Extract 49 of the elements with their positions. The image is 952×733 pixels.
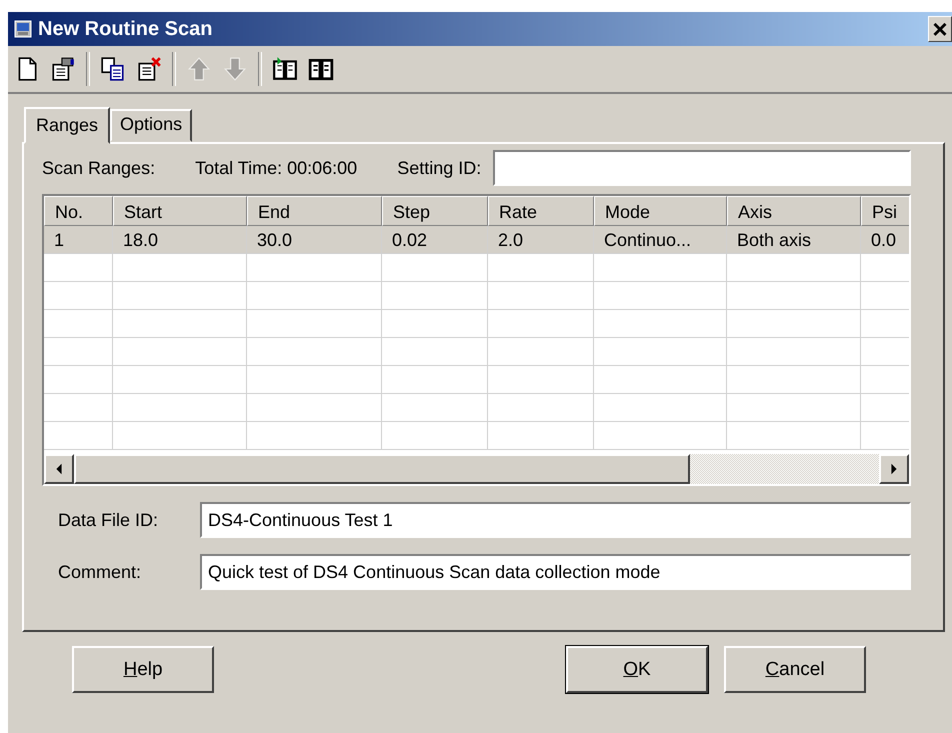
close-button[interactable]: × (928, 16, 952, 42)
table-cell: 18.0 (113, 226, 247, 254)
horizontal-scrollbar[interactable] (44, 454, 909, 484)
window-title: New Routine Scan (38, 18, 214, 40)
table-cell: 30.0 (247, 226, 382, 254)
book-icon[interactable] (272, 56, 298, 82)
copy-icon[interactable] (100, 56, 126, 82)
tab[interactable]: Ranges (24, 107, 110, 144)
book-icon[interactable] (308, 56, 334, 82)
table-cell: 2.0 (488, 226, 594, 254)
help-button[interactable]: Help (72, 646, 214, 693)
scrollbar-thumb[interactable] (74, 454, 690, 484)
data-file-id-field[interactable]: DS4-Continuous Test 1 (200, 502, 911, 538)
column-header[interactable]: Mode (594, 196, 727, 226)
total-time-text: Total Time: 00:06:00 (195, 158, 358, 178)
scroll-right-icon[interactable] (879, 454, 909, 484)
comment-field[interactable]: Quick test of DS4 Continuous Scan data collection mode (200, 554, 911, 590)
dialog-button[interactable]: OK (566, 646, 708, 693)
table-cell (44, 310, 113, 338)
column-header[interactable]: Step (382, 196, 488, 226)
table-cell: 0.02 (382, 226, 488, 254)
scroll-left-icon[interactable] (44, 454, 74, 484)
dialog-button[interactable]: Cancel (724, 646, 866, 693)
column-header[interactable]: Psi (861, 196, 909, 226)
table-cell: 1 (44, 226, 113, 254)
setting-id-label: Setting ID: (397, 158, 482, 178)
column-header[interactable]: Axis (727, 196, 861, 226)
table-cell (44, 254, 113, 282)
data-file-id-label: Data File ID: (57, 510, 160, 530)
column-header[interactable]: No. (44, 196, 113, 226)
table-cell: Both axis (727, 226, 861, 254)
app-icon (14, 20, 32, 38)
column-header[interactable]: Rate (488, 196, 594, 226)
table-cell: Continuo... (594, 226, 727, 254)
table-cell (44, 338, 113, 366)
scan-ranges-label: Scan Ranges: (42, 158, 156, 178)
table-cell (44, 394, 113, 422)
setting-id-field[interactable] (493, 150, 911, 186)
column-header[interactable]: End (247, 196, 382, 226)
comment-label: Comment: (57, 562, 142, 582)
table-cell (44, 422, 113, 450)
delete-icon[interactable] (136, 56, 162, 82)
table-cell (44, 282, 113, 310)
table-cell (44, 366, 113, 394)
column-header[interactable]: Start (113, 196, 247, 226)
table-row[interactable]: 1 18.0 30.0 0.02 2.0 Continuo... Both axis 0.0 (44, 226, 909, 254)
tab[interactable]: Options (110, 109, 192, 142)
table-cell: 0.0 (861, 226, 909, 254)
properties-icon[interactable] (50, 56, 76, 82)
